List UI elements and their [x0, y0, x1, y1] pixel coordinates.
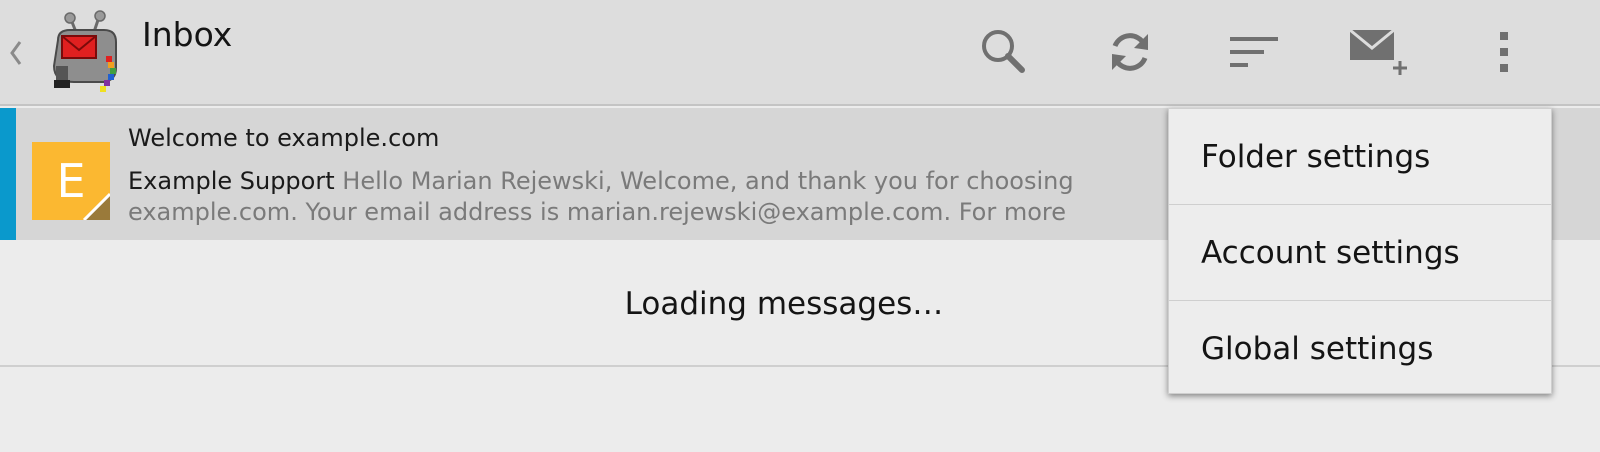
- up-caret-icon[interactable]: [4, 38, 28, 68]
- refresh-icon[interactable]: [1098, 20, 1162, 84]
- search-icon[interactable]: [972, 20, 1036, 84]
- menu-item-label: Account settings: [1201, 234, 1460, 271]
- page-title: Inbox: [142, 15, 233, 54]
- action-bar: Inbox: [0, 0, 1600, 106]
- message-snippet: Example Support Hello Marian Rejewski, W…: [128, 166, 1158, 232]
- menu-item-label: Global settings: [1201, 330, 1434, 367]
- menu-item-folder-settings[interactable]: Folder settings: [1169, 109, 1551, 204]
- app-logo[interactable]: [44, 6, 130, 96]
- unread-indicator: [0, 108, 16, 240]
- contact-avatar[interactable]: E: [32, 142, 110, 220]
- menu-item-global-settings[interactable]: Global settings: [1169, 301, 1551, 396]
- message-subject: Welcome to example.com: [128, 124, 440, 152]
- message-sender: Example Support: [128, 167, 335, 195]
- menu-item-label: Folder settings: [1201, 138, 1431, 175]
- avatar-letter: E: [56, 154, 86, 208]
- compose-icon[interactable]: [1346, 20, 1410, 84]
- sort-icon[interactable]: [1222, 20, 1286, 84]
- overflow-menu-popup: Folder settings Account settings Global …: [1168, 108, 1552, 394]
- overflow-menu-icon[interactable]: [1472, 20, 1536, 84]
- menu-item-account-settings[interactable]: Account settings: [1169, 205, 1551, 300]
